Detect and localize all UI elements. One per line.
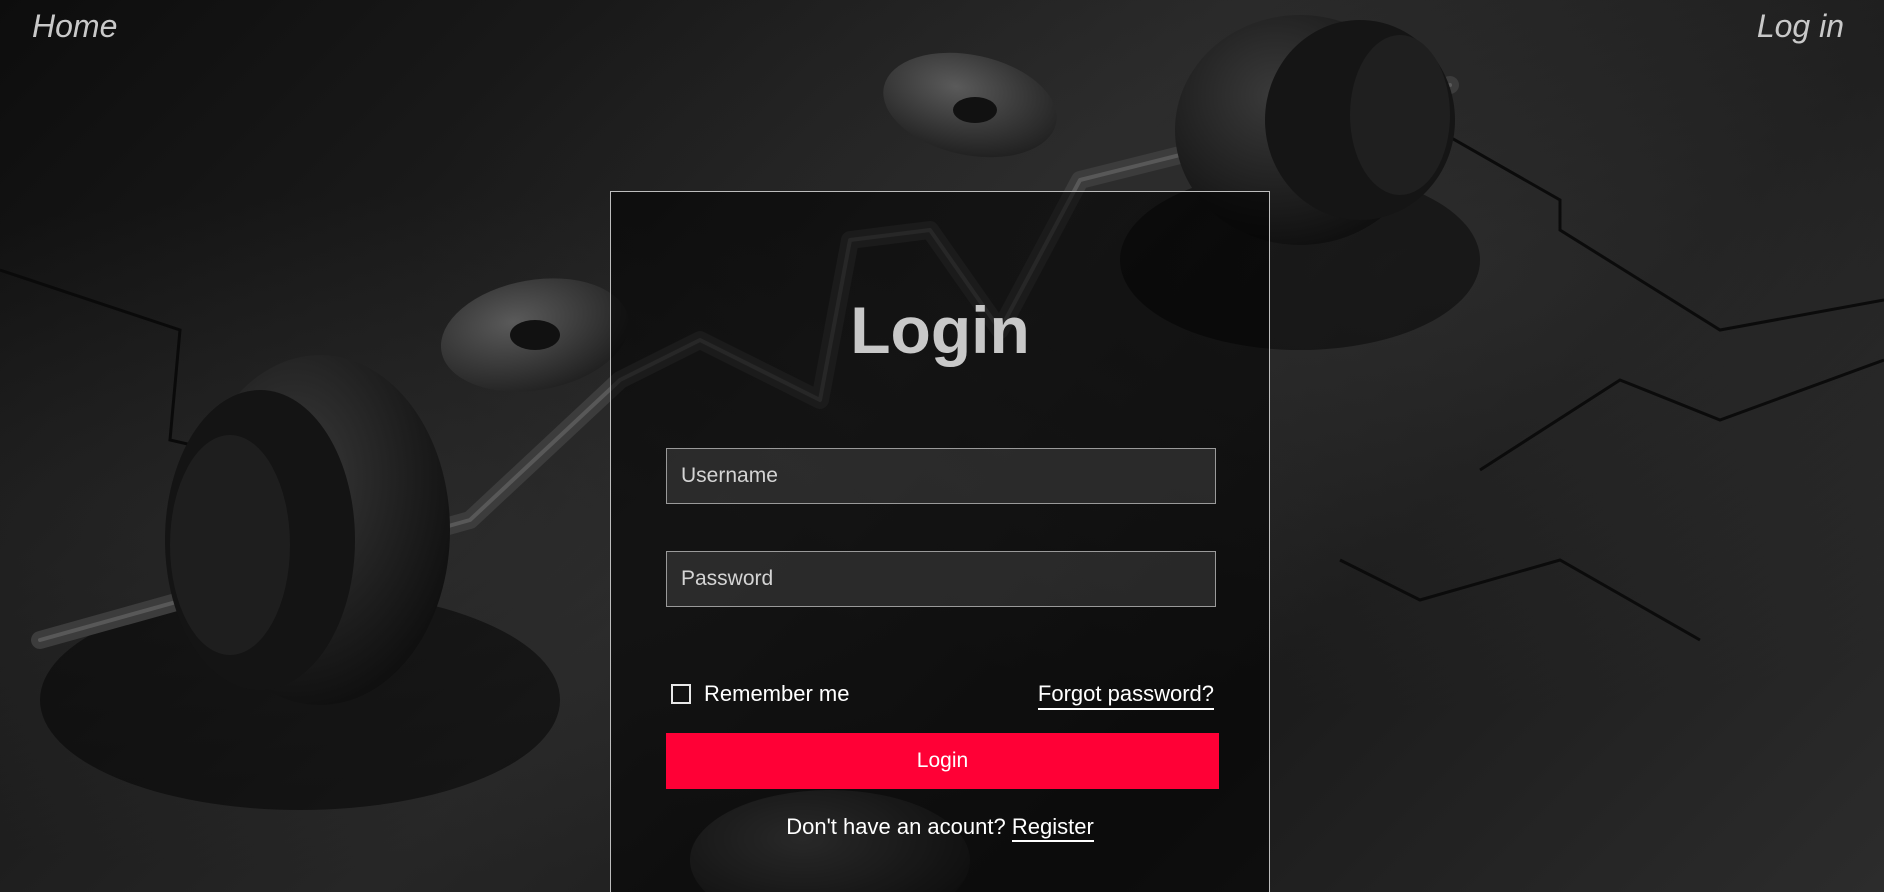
remember-me-checkbox[interactable] bbox=[671, 684, 691, 704]
nav-login-link[interactable]: Log in bbox=[1757, 8, 1844, 45]
register-prompt-text: Don't have an acount? bbox=[786, 814, 1006, 839]
login-submit-button[interactable]: Login bbox=[666, 733, 1219, 789]
remember-me-label: Remember me bbox=[704, 681, 850, 706]
nav-home-link[interactable]: Home bbox=[32, 8, 117, 45]
password-input[interactable] bbox=[666, 551, 1216, 607]
remember-me-option[interactable]: Remember me bbox=[671, 681, 849, 707]
forgot-password-link[interactable]: Forgot password? bbox=[1037, 681, 1214, 710]
page-background: Home Log in Login Remember me Forgot pas… bbox=[0, 0, 1884, 892]
login-title: Login bbox=[850, 293, 1030, 367]
login-form-card: Login Remember me Forgot password? Login… bbox=[610, 191, 1270, 892]
register-link[interactable]: Register bbox=[1011, 814, 1094, 842]
username-input[interactable] bbox=[666, 448, 1216, 504]
register-prompt: Don't have an acount? Register bbox=[611, 814, 1269, 842]
